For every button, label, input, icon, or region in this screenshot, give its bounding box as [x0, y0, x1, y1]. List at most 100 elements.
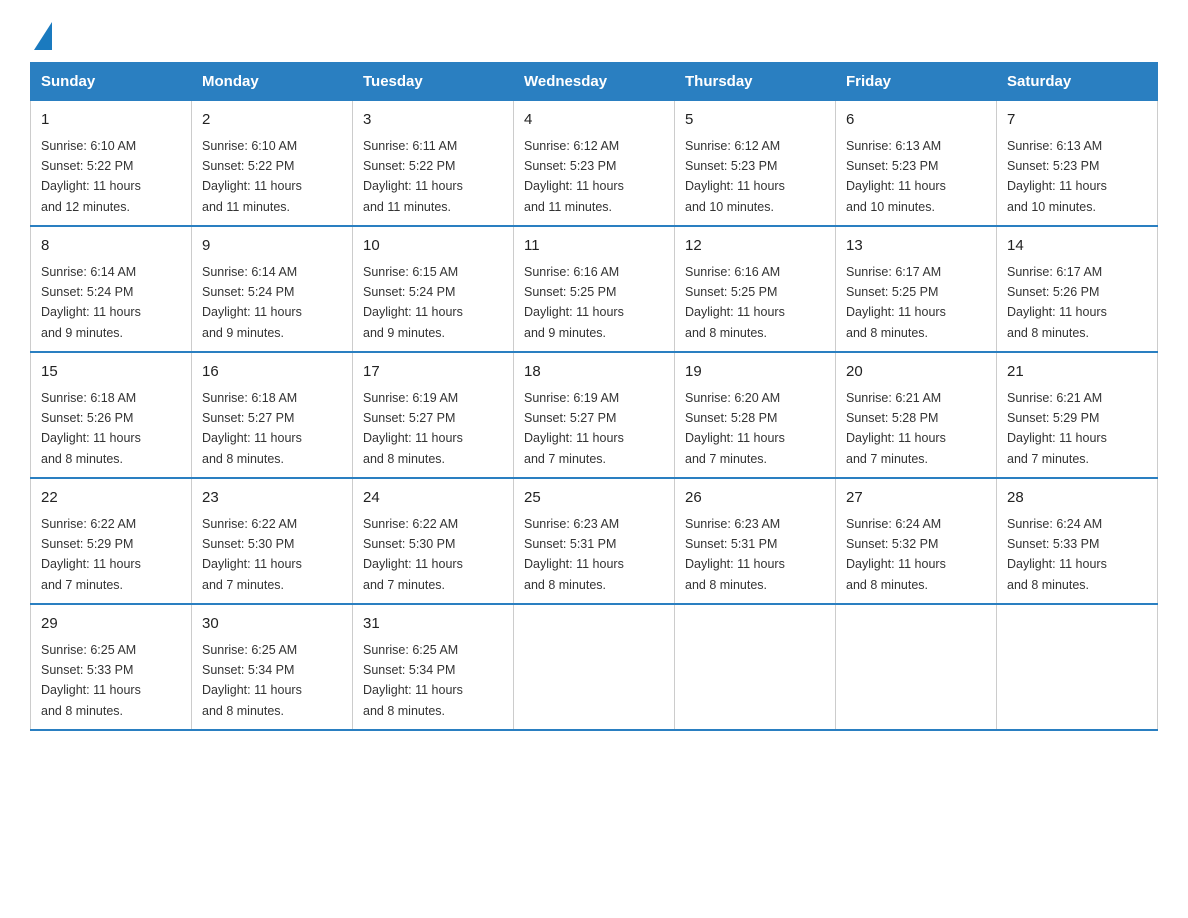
day-info: Sunrise: 6:25 AMSunset: 5:33 PMDaylight:… — [41, 643, 141, 718]
day-cell — [997, 604, 1158, 730]
day-number: 4 — [524, 109, 664, 132]
day-cell: 15 Sunrise: 6:18 AMSunset: 5:26 PMDaylig… — [31, 352, 192, 478]
week-row-3: 15 Sunrise: 6:18 AMSunset: 5:26 PMDaylig… — [31, 352, 1158, 478]
day-info: Sunrise: 6:23 AMSunset: 5:31 PMDaylight:… — [524, 517, 624, 592]
day-number: 18 — [524, 361, 664, 384]
day-number: 26 — [685, 487, 825, 510]
day-number: 20 — [846, 361, 986, 384]
day-number: 30 — [202, 613, 342, 636]
day-info: Sunrise: 6:13 AMSunset: 5:23 PMDaylight:… — [846, 139, 946, 214]
day-cell: 19 Sunrise: 6:20 AMSunset: 5:28 PMDaylig… — [675, 352, 836, 478]
week-row-4: 22 Sunrise: 6:22 AMSunset: 5:29 PMDaylig… — [31, 478, 1158, 604]
day-number: 16 — [202, 361, 342, 384]
day-number: 3 — [363, 109, 503, 132]
day-number: 12 — [685, 235, 825, 258]
day-info: Sunrise: 6:22 AMSunset: 5:30 PMDaylight:… — [363, 517, 463, 592]
day-number: 22 — [41, 487, 181, 510]
day-info: Sunrise: 6:12 AMSunset: 5:23 PMDaylight:… — [685, 139, 785, 214]
day-info: Sunrise: 6:18 AMSunset: 5:26 PMDaylight:… — [41, 391, 141, 466]
day-number: 29 — [41, 613, 181, 636]
day-cell: 7 Sunrise: 6:13 AMSunset: 5:23 PMDayligh… — [997, 101, 1158, 227]
day-info: Sunrise: 6:25 AMSunset: 5:34 PMDaylight:… — [202, 643, 302, 718]
day-info: Sunrise: 6:22 AMSunset: 5:30 PMDaylight:… — [202, 517, 302, 592]
day-number: 9 — [202, 235, 342, 258]
calendar-table: SundayMondayTuesdayWednesdayThursdayFrid… — [30, 62, 1158, 731]
day-cell: 28 Sunrise: 6:24 AMSunset: 5:33 PMDaylig… — [997, 478, 1158, 604]
day-number: 15 — [41, 361, 181, 384]
day-info: Sunrise: 6:17 AMSunset: 5:25 PMDaylight:… — [846, 265, 946, 340]
day-info: Sunrise: 6:18 AMSunset: 5:27 PMDaylight:… — [202, 391, 302, 466]
day-info: Sunrise: 6:14 AMSunset: 5:24 PMDaylight:… — [202, 265, 302, 340]
day-info: Sunrise: 6:14 AMSunset: 5:24 PMDaylight:… — [41, 265, 141, 340]
day-cell: 25 Sunrise: 6:23 AMSunset: 5:31 PMDaylig… — [514, 478, 675, 604]
day-number: 23 — [202, 487, 342, 510]
day-info: Sunrise: 6:20 AMSunset: 5:28 PMDaylight:… — [685, 391, 785, 466]
day-cell: 22 Sunrise: 6:22 AMSunset: 5:29 PMDaylig… — [31, 478, 192, 604]
day-number: 21 — [1007, 361, 1147, 384]
day-info: Sunrise: 6:23 AMSunset: 5:31 PMDaylight:… — [685, 517, 785, 592]
day-cell: 5 Sunrise: 6:12 AMSunset: 5:23 PMDayligh… — [675, 101, 836, 227]
day-cell: 4 Sunrise: 6:12 AMSunset: 5:23 PMDayligh… — [514, 101, 675, 227]
day-number: 13 — [846, 235, 986, 258]
day-cell: 9 Sunrise: 6:14 AMSunset: 5:24 PMDayligh… — [192, 226, 353, 352]
day-cell — [675, 604, 836, 730]
day-info: Sunrise: 6:24 AMSunset: 5:32 PMDaylight:… — [846, 517, 946, 592]
day-number: 25 — [524, 487, 664, 510]
day-info: Sunrise: 6:24 AMSunset: 5:33 PMDaylight:… — [1007, 517, 1107, 592]
day-cell: 2 Sunrise: 6:10 AMSunset: 5:22 PMDayligh… — [192, 101, 353, 227]
day-cell: 24 Sunrise: 6:22 AMSunset: 5:30 PMDaylig… — [353, 478, 514, 604]
day-number: 27 — [846, 487, 986, 510]
page-header — [30, 20, 1158, 44]
day-cell — [514, 604, 675, 730]
day-number: 14 — [1007, 235, 1147, 258]
day-info: Sunrise: 6:21 AMSunset: 5:28 PMDaylight:… — [846, 391, 946, 466]
day-cell: 18 Sunrise: 6:19 AMSunset: 5:27 PMDaylig… — [514, 352, 675, 478]
header-tuesday: Tuesday — [353, 63, 514, 101]
day-cell: 16 Sunrise: 6:18 AMSunset: 5:27 PMDaylig… — [192, 352, 353, 478]
day-number: 10 — [363, 235, 503, 258]
day-info: Sunrise: 6:16 AMSunset: 5:25 PMDaylight:… — [524, 265, 624, 340]
header-wednesday: Wednesday — [514, 63, 675, 101]
day-cell: 23 Sunrise: 6:22 AMSunset: 5:30 PMDaylig… — [192, 478, 353, 604]
day-number: 24 — [363, 487, 503, 510]
day-number: 8 — [41, 235, 181, 258]
day-info: Sunrise: 6:13 AMSunset: 5:23 PMDaylight:… — [1007, 139, 1107, 214]
header-sunday: Sunday — [31, 63, 192, 101]
day-number: 19 — [685, 361, 825, 384]
day-info: Sunrise: 6:19 AMSunset: 5:27 PMDaylight:… — [524, 391, 624, 466]
day-number: 7 — [1007, 109, 1147, 132]
day-info: Sunrise: 6:19 AMSunset: 5:27 PMDaylight:… — [363, 391, 463, 466]
day-cell: 13 Sunrise: 6:17 AMSunset: 5:25 PMDaylig… — [836, 226, 997, 352]
day-cell: 17 Sunrise: 6:19 AMSunset: 5:27 PMDaylig… — [353, 352, 514, 478]
day-number: 28 — [1007, 487, 1147, 510]
day-cell: 6 Sunrise: 6:13 AMSunset: 5:23 PMDayligh… — [836, 101, 997, 227]
weekday-header-row: SundayMondayTuesdayWednesdayThursdayFrid… — [31, 63, 1158, 101]
day-cell: 1 Sunrise: 6:10 AMSunset: 5:22 PMDayligh… — [31, 101, 192, 227]
day-info: Sunrise: 6:21 AMSunset: 5:29 PMDaylight:… — [1007, 391, 1107, 466]
header-thursday: Thursday — [675, 63, 836, 101]
week-row-1: 1 Sunrise: 6:10 AMSunset: 5:22 PMDayligh… — [31, 101, 1158, 227]
week-row-5: 29 Sunrise: 6:25 AMSunset: 5:33 PMDaylig… — [31, 604, 1158, 730]
logo — [30, 20, 52, 44]
day-number: 1 — [41, 109, 181, 132]
day-number: 17 — [363, 361, 503, 384]
header-friday: Friday — [836, 63, 997, 101]
day-number: 6 — [846, 109, 986, 132]
day-cell: 8 Sunrise: 6:14 AMSunset: 5:24 PMDayligh… — [31, 226, 192, 352]
day-cell — [836, 604, 997, 730]
day-cell: 29 Sunrise: 6:25 AMSunset: 5:33 PMDaylig… — [31, 604, 192, 730]
day-cell: 26 Sunrise: 6:23 AMSunset: 5:31 PMDaylig… — [675, 478, 836, 604]
day-info: Sunrise: 6:22 AMSunset: 5:29 PMDaylight:… — [41, 517, 141, 592]
day-number: 31 — [363, 613, 503, 636]
week-row-2: 8 Sunrise: 6:14 AMSunset: 5:24 PMDayligh… — [31, 226, 1158, 352]
day-info: Sunrise: 6:12 AMSunset: 5:23 PMDaylight:… — [524, 139, 624, 214]
day-info: Sunrise: 6:10 AMSunset: 5:22 PMDaylight:… — [41, 139, 141, 214]
day-number: 5 — [685, 109, 825, 132]
day-cell: 30 Sunrise: 6:25 AMSunset: 5:34 PMDaylig… — [192, 604, 353, 730]
day-info: Sunrise: 6:11 AMSunset: 5:22 PMDaylight:… — [363, 139, 463, 214]
day-cell: 12 Sunrise: 6:16 AMSunset: 5:25 PMDaylig… — [675, 226, 836, 352]
day-info: Sunrise: 6:15 AMSunset: 5:24 PMDaylight:… — [363, 265, 463, 340]
day-cell: 3 Sunrise: 6:11 AMSunset: 5:22 PMDayligh… — [353, 101, 514, 227]
logo-triangle-icon — [34, 22, 52, 50]
day-cell: 20 Sunrise: 6:21 AMSunset: 5:28 PMDaylig… — [836, 352, 997, 478]
